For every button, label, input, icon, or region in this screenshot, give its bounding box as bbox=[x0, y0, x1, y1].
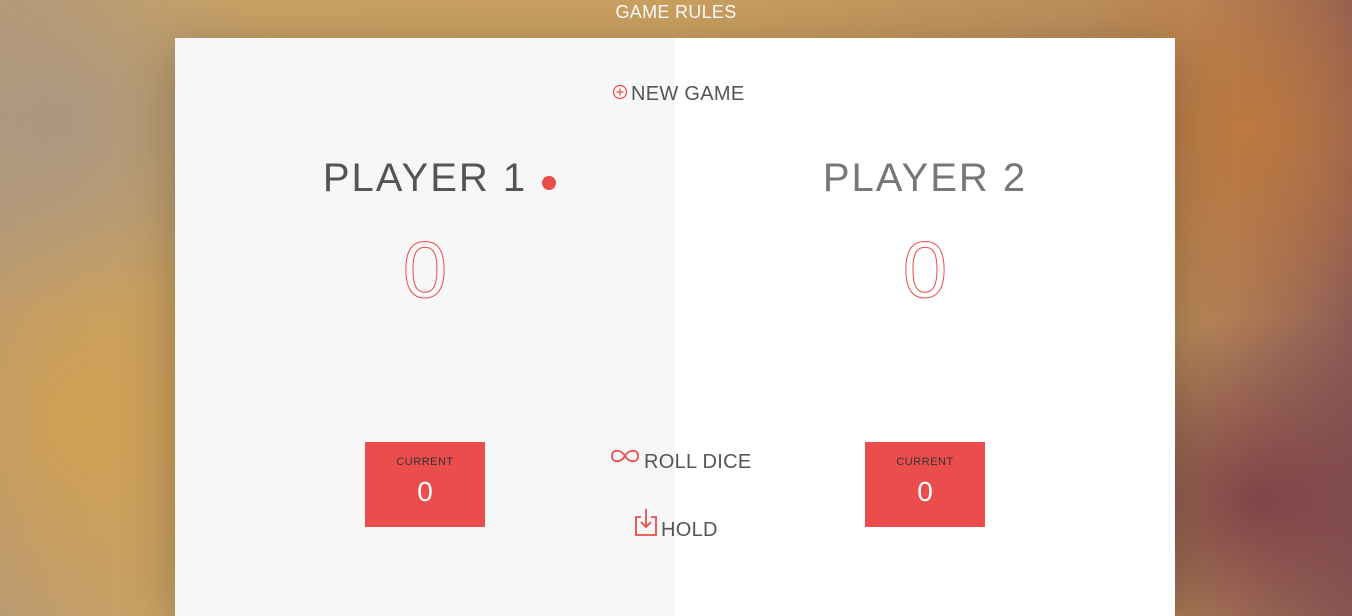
plus-circle-icon bbox=[612, 83, 628, 106]
active-player-dot-icon bbox=[542, 176, 556, 190]
player-1-name: PLAYER 1 bbox=[322, 156, 528, 200]
game-rules-link[interactable]: GAME RULES bbox=[0, 0, 1352, 24]
hold-button[interactable]: HOLD bbox=[634, 507, 718, 543]
player-1-panel: PLAYER 1 0 CURRENT 0 bbox=[175, 38, 675, 616]
player-1-current-box: CURRENT 0 bbox=[365, 442, 485, 527]
hold-label: HOLD bbox=[661, 518, 718, 541]
player-1-current-label: CURRENT bbox=[396, 456, 454, 468]
player-2-current-box: CURRENT 0 bbox=[865, 442, 985, 527]
game-board: PLAYER 1 0 CURRENT 0 PLAYER 2 0 CURRENT … bbox=[175, 38, 1175, 616]
player-2-panel: PLAYER 2 0 CURRENT 0 bbox=[675, 38, 1175, 616]
player-2-current-label: CURRENT bbox=[896, 456, 954, 468]
download-icon bbox=[634, 507, 658, 543]
player-1-current-score: 0 bbox=[417, 476, 433, 507]
new-game-label: NEW GAME bbox=[631, 83, 745, 105]
roll-dice-button[interactable]: ROLL DICE bbox=[609, 443, 752, 474]
player-2-score: 0 bbox=[902, 225, 948, 315]
player-1-score: 0 bbox=[402, 225, 448, 315]
roll-dice-label: ROLL DICE bbox=[644, 451, 752, 473]
player-2-current-score: 0 bbox=[917, 476, 933, 507]
player-2-name: PLAYER 2 bbox=[822, 156, 1028, 200]
new-game-button[interactable]: NEW GAME bbox=[612, 83, 745, 106]
infinity-icon bbox=[609, 446, 641, 472]
